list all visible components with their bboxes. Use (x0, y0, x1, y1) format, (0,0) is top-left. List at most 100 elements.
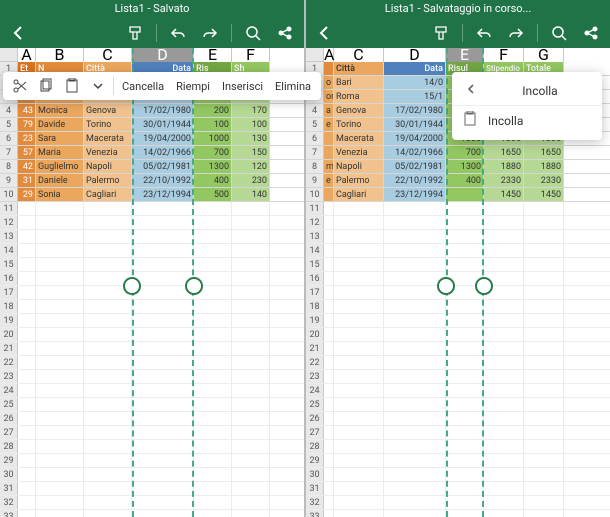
cell[interactable]: Genova (84, 104, 132, 117)
cell[interactable]: 14/02/1966 (384, 146, 446, 159)
ctx-fill[interactable]: Riempi (170, 80, 216, 93)
cell[interactable]: Napoli (84, 160, 132, 173)
cell[interactable]: 05/02/1981 (384, 160, 446, 173)
cell[interactable]: 230 (232, 174, 270, 187)
cell[interactable]: 400 (194, 174, 232, 187)
col-header-selected[interactable]: D (132, 48, 194, 62)
sheet-area[interactable]: A B C D E F 1 Et N Città Data Ris Sh 222… (0, 48, 304, 517)
cell[interactable]: Cagliari (84, 188, 132, 201)
cell[interactable]: 2330 (524, 174, 564, 187)
cell[interactable]: 22/10/1992 (384, 174, 446, 187)
cell[interactable]: Venezia (334, 146, 384, 159)
cell[interactable]: Maria (36, 146, 84, 159)
col-header[interactable]: F (232, 48, 270, 62)
cell[interactable]: Venezia (84, 146, 132, 159)
format-brush-button[interactable] (124, 22, 146, 44)
cell[interactable]: 23 (18, 132, 36, 145)
cut-button[interactable] (7, 75, 33, 97)
cell[interactable]: 57 (18, 146, 36, 159)
cell[interactable]: 1300 (446, 160, 484, 173)
share-button[interactable] (274, 22, 296, 44)
cell[interactable]: Macerata (84, 132, 132, 145)
ctx-clear[interactable]: Cancella (116, 80, 170, 93)
cell[interactable]: mo (324, 160, 334, 173)
selection-handle-right[interactable] (185, 277, 203, 295)
format-brush-button[interactable] (430, 22, 452, 44)
cell[interactable]: Palermo (84, 174, 132, 187)
col-header[interactable]: A (18, 48, 36, 62)
cell[interactable]: 1300 (194, 160, 232, 173)
menu-item-paste[interactable]: Incolla (452, 106, 602, 136)
cell[interactable]: 400 (446, 174, 484, 187)
cell[interactable]: Macerata (334, 132, 384, 145)
undo-button[interactable] (167, 22, 189, 44)
cell[interactable]: Davide (36, 118, 84, 131)
cell[interactable]: 700 (446, 146, 484, 159)
cell[interactable]: 1650 (524, 146, 564, 159)
ctx-delete[interactable]: Elimina (269, 80, 317, 93)
col-header[interactable]: D (384, 48, 446, 62)
col-header-selected[interactable]: E (446, 48, 484, 62)
cell[interactable]: 130 (232, 132, 270, 145)
cell[interactable]: 19/04/2000 (132, 132, 194, 145)
menu-back-button[interactable] (462, 83, 480, 99)
selection-handle-left[interactable] (437, 277, 455, 295)
col-header[interactable]: C (334, 48, 384, 62)
cell[interactable] (324, 132, 334, 145)
cell[interactable]: 17/02/1980 (132, 104, 194, 117)
cell[interactable]: Sonia (36, 188, 84, 201)
cell[interactable]: 05/02/1981 (132, 160, 194, 173)
cell[interactable]: Cagliari (334, 188, 384, 201)
selection-handle-right[interactable] (475, 277, 493, 295)
cell[interactable]: 170 (232, 104, 270, 117)
copy-button[interactable] (33, 75, 59, 97)
cell[interactable] (324, 146, 334, 159)
cell[interactable]: 700 (194, 146, 232, 159)
cell[interactable]: 22/10/1992 (132, 174, 194, 187)
paste-button[interactable] (59, 75, 85, 97)
back-button[interactable] (8, 22, 30, 44)
col-header[interactable]: E (194, 48, 232, 62)
cell[interactable]: 500 (194, 188, 232, 201)
col-header[interactable]: C (84, 48, 132, 62)
cell[interactable]: 30/01/1944 (132, 118, 194, 131)
cell[interactable]: 140 (232, 188, 270, 201)
search-button[interactable] (548, 22, 570, 44)
cell[interactable]: Palermo (334, 174, 384, 187)
redo-button[interactable] (199, 22, 221, 44)
cell[interactable]: 1000 (194, 132, 232, 145)
cell[interactable]: 14/0 (384, 76, 446, 89)
cell[interactable]: 30/01/1944 (384, 118, 446, 131)
cell[interactable]: 42 (18, 160, 36, 173)
cell[interactable]: 100 (232, 118, 270, 131)
cell[interactable]: 43 (18, 104, 36, 117)
cell[interactable]: 15/1 (384, 90, 446, 103)
cell[interactable]: Daniele (36, 174, 84, 187)
cell[interactable]: 17/02/1980 (384, 104, 446, 117)
col-header[interactable]: B (36, 48, 84, 62)
cell[interactable]: e (324, 174, 334, 187)
redo-button[interactable] (505, 22, 527, 44)
more-dropdown[interactable] (85, 75, 111, 97)
cell[interactable]: 31 (18, 174, 36, 187)
cell[interactable]: 200 (194, 104, 232, 117)
cell[interactable] (324, 188, 334, 201)
cell[interactable]: 19/04/2000 (384, 132, 446, 145)
cell[interactable]: 2330 (484, 174, 524, 187)
cell[interactable]: Roma (334, 90, 384, 103)
cell[interactable]: 1880 (524, 160, 564, 173)
selection-handle-left[interactable] (123, 277, 141, 295)
cell[interactable]: ore (324, 90, 334, 103)
cell[interactable]: 1650 (484, 146, 524, 159)
cell[interactable]: Napoli (334, 160, 384, 173)
cell[interactable]: a (324, 104, 334, 117)
cell[interactable]: Sara (36, 132, 84, 145)
share-button[interactable] (580, 22, 602, 44)
cell[interactable]: 100 (194, 118, 232, 131)
cell[interactable]: 1450 (524, 188, 564, 201)
cell[interactable]: 23/12/1994 (132, 188, 194, 201)
cell[interactable]: Torino (84, 118, 132, 131)
cell[interactable]: 14/02/1966 (132, 146, 194, 159)
cell[interactable]: 79 (18, 118, 36, 131)
cell[interactable]: e (324, 118, 334, 131)
